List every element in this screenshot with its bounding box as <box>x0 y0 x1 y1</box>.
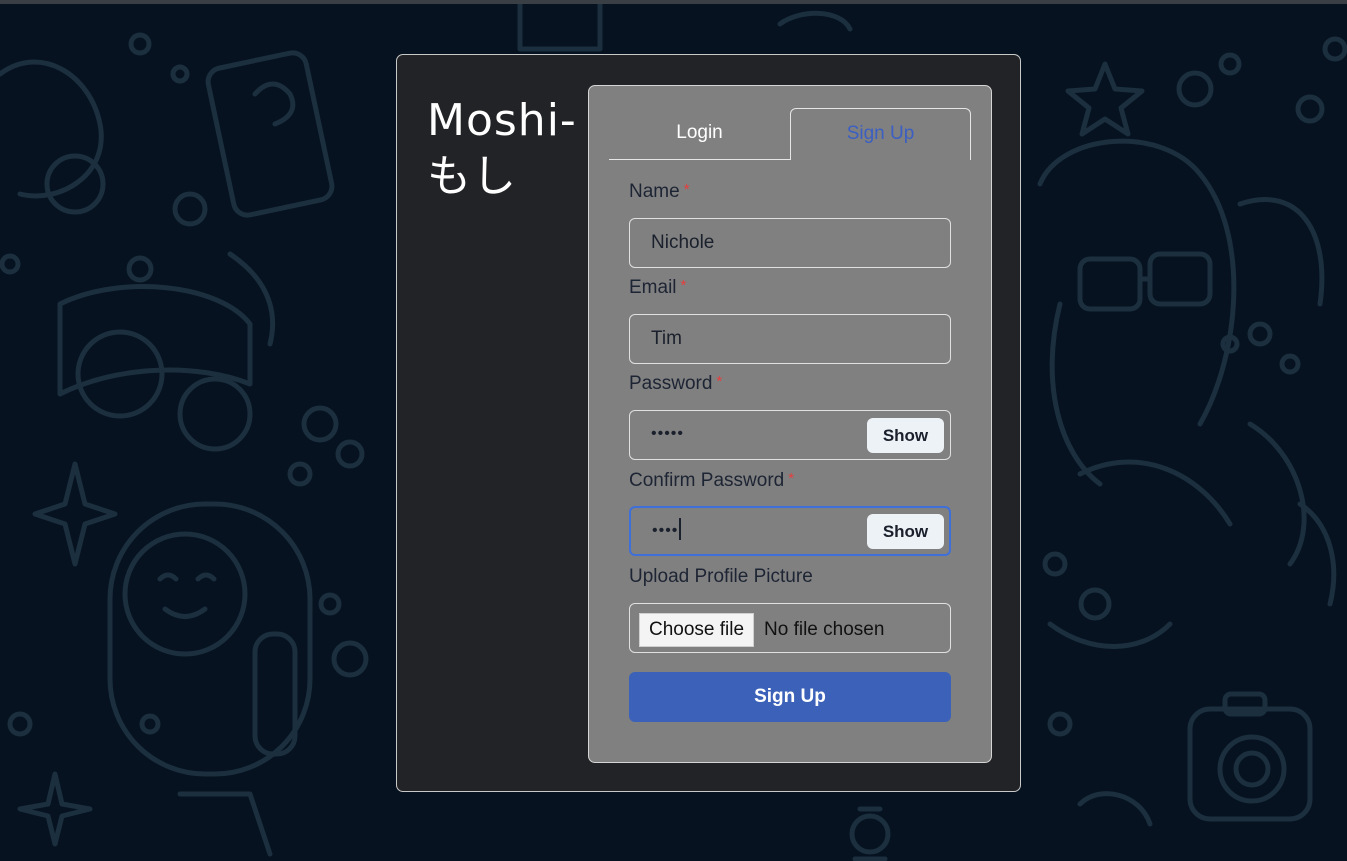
confirm-password-value-wrapper: •••• <box>652 508 681 554</box>
auth-card: Moshi- もし Login Sign Up Name * Nichole Em… <box>396 54 1021 792</box>
upload-label: Upload Profile Picture <box>629 566 813 587</box>
show-password-button[interactable]: Show <box>867 418 944 453</box>
confirm-password-input[interactable]: •••• Show <box>629 506 951 556</box>
required-mark: * <box>716 373 723 390</box>
confirm-password-label: Confirm Password * <box>629 470 794 492</box>
email-label-text: Email <box>629 277 677 298</box>
app-logo-text: Moshi- もし <box>427 93 587 205</box>
password-masked-value: ••••• <box>651 425 685 442</box>
auth-tabs: Login Sign Up <box>609 108 971 160</box>
email-input[interactable]: Tim <box>629 314 951 364</box>
show-confirm-password-button[interactable]: Show <box>867 514 944 549</box>
required-mark: * <box>680 277 687 294</box>
confirm-password-masked-value: •••• <box>652 522 679 539</box>
app-name-latin: Moshi- <box>427 95 577 146</box>
auth-form-panel: Login Sign Up Name * Nichole Email * Tim P… <box>588 85 992 763</box>
password-label: Password * <box>629 373 722 395</box>
choose-file-button[interactable]: Choose file <box>639 613 755 647</box>
tab-sign-up[interactable]: Sign Up <box>790 108 971 160</box>
confirm-password-label-text: Confirm Password <box>629 470 785 491</box>
password-input[interactable]: ••••• Show <box>629 410 951 460</box>
name-input[interactable]: Nichole <box>629 218 951 268</box>
text-caret <box>679 518 681 540</box>
profile-picture-file-input[interactable]: Choose file No file chosen <box>629 603 951 653</box>
password-label-text: Password <box>629 373 713 394</box>
required-mark: * <box>683 181 690 198</box>
email-label: Email * <box>629 277 686 299</box>
name-label-text: Name <box>629 181 680 202</box>
sign-up-submit-button[interactable]: Sign Up <box>629 672 951 722</box>
required-mark: * <box>788 470 795 487</box>
file-status-text: No file chosen <box>764 619 885 640</box>
tab-login[interactable]: Login <box>609 108 790 160</box>
name-label: Name * <box>629 181 690 203</box>
app-name-japanese: もし <box>427 151 517 202</box>
email-input-value: Tim <box>651 328 682 349</box>
name-input-value: Nichole <box>651 232 715 253</box>
